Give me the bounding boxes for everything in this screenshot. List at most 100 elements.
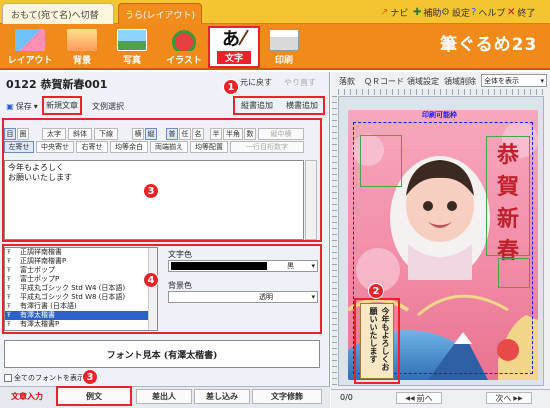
chevron-down-icon: ▾ <box>311 293 315 301</box>
text-color-select[interactable]: 黒 ▾ <box>168 260 318 272</box>
font-item[interactable]: Ŧ 正調祥南楷書P <box>5 257 157 266</box>
rakkan-button[interactable]: 落款 <box>334 75 360 87</box>
tool-background[interactable]: 背景 <box>56 26 108 68</box>
help-icon: ? <box>471 7 477 18</box>
navi-icon: ↗ <box>380 7 389 18</box>
new-text-button[interactable]: 新規文章 <box>42 96 82 115</box>
top-ruler <box>338 89 544 95</box>
tool-print[interactable]: 印刷 <box>258 26 310 68</box>
tool-layout-label: レイアウト <box>7 56 53 66</box>
next-page-label: 次へ <box>495 393 512 403</box>
font-type-icon: Ŧ <box>7 267 11 274</box>
font-list-scrollbar[interactable] <box>148 248 157 330</box>
font-type-icon: Ŧ <box>7 285 11 292</box>
example-button[interactable]: 例文 <box>56 386 132 406</box>
chevron-down-icon: ▾ <box>311 262 315 270</box>
font-item[interactable]: Ŧ 平成丸ゴシック Std W8 (日本語) <box>5 293 157 302</box>
tool-photo[interactable]: 写真 <box>106 26 158 68</box>
menu-settings[interactable]: ⚙ 設定 <box>441 6 470 19</box>
qr-code-button[interactable]: ＱＲコード <box>364 75 404 87</box>
sender-button[interactable]: 差出人 <box>136 389 192 404</box>
badge-4: 4 <box>143 272 159 288</box>
checkbox[interactable] <box>4 374 12 382</box>
font-type-icon: Ŧ <box>7 321 11 328</box>
tab-front-side[interactable]: おもて(宛て名)へ切替 <box>2 3 114 24</box>
menu-help-label: ヘルプ <box>478 9 506 19</box>
horizontal-add-button[interactable]: 横書追加 <box>281 99 323 112</box>
insert-button[interactable]: 差し込み <box>194 389 250 404</box>
font-type-icon: Ŧ <box>7 312 11 319</box>
text-color-label: 文字色 <box>168 250 192 259</box>
save-label: 保存 <box>15 101 32 111</box>
badge-3-example: 3 <box>82 369 98 385</box>
font-item[interactable]: Ŧ 平成丸ゴシック Std W4 (日本語) <box>5 284 157 293</box>
chevron-down-icon: ▾ <box>540 76 544 85</box>
font-name: 正調祥南楷書 <box>20 248 62 256</box>
chevron-down-icon: ▾ <box>33 101 38 111</box>
font-item[interactable]: Ŧ 有澤行書 (日本語) <box>5 302 157 311</box>
document-title: 0122 恭賀新春001 <box>6 78 108 91</box>
font-type-icon: Ŧ <box>7 303 11 310</box>
font-name: 有澤太楷書P <box>20 320 60 328</box>
text-input-area[interactable]: 今年もよろしく お願いいたします <box>4 160 304 240</box>
left-ruler <box>332 96 337 386</box>
text-content: 今年もよろしく お願いいたします <box>8 163 72 182</box>
prev-page-label: 前へ <box>416 393 433 403</box>
menu-help[interactable]: ? ヘルプ <box>471 6 505 19</box>
greeting-text-region[interactable]: 恭 賀 新 春 <box>486 136 530 264</box>
text-select-button[interactable]: 文例選択 <box>86 100 130 112</box>
app-brand: 筆ぐるめ23 <box>440 35 538 55</box>
exit-icon: ✕ <box>507 7 516 18</box>
greeting-char: 賀 <box>496 174 519 200</box>
font-item[interactable]: Ŧ 有澤太楷書P <box>5 320 157 329</box>
font-item[interactable]: Ŧ 富士ポップP <box>5 275 157 284</box>
menu-settings-label: 設定 <box>451 9 470 19</box>
brush-icon: あ <box>222 29 249 49</box>
font-name: 有澤行書 (日本語) <box>20 302 77 310</box>
menu-exit[interactable]: ✕ 終了 <box>507 6 535 19</box>
menu-navi[interactable]: ↗ ナビ <box>380 6 408 19</box>
prev-page-button[interactable]: ◀◀ 前へ <box>396 392 442 404</box>
decoration-button[interactable]: 文字修飾 <box>252 389 322 404</box>
vertical-add-button[interactable]: 縦書追加 <box>236 99 278 112</box>
view-select[interactable]: 全体を表示 ▾ <box>481 74 547 87</box>
menu-assist[interactable]: ✚ 補助 <box>413 6 441 19</box>
message-text-box[interactable]: 今年もよろしくお願いいたします <box>360 303 394 379</box>
font-item[interactable]: Ŧ 富士ポップ <box>5 266 157 275</box>
font-name: 有澤太楷書 <box>20 311 55 319</box>
font-list[interactable]: Ŧ 正調祥南楷書 Ŧ 正調祥南楷書P Ŧ 富士ポップ Ŧ 富士ポップP Ŧ 平成丸ゴシック… <box>4 247 158 331</box>
decoration-region-top[interactable] <box>360 135 402 187</box>
font-item-selected[interactable]: Ŧ 有澤太楷書 <box>5 311 157 320</box>
badge-2: 2 <box>368 283 384 299</box>
view-select-value: 全体を表示 <box>484 76 519 85</box>
font-name: 富士ポップP <box>20 275 60 283</box>
save-button[interactable]: ▣ 保存 ▾ <box>4 100 40 112</box>
greeting-char: 新 <box>496 206 519 232</box>
tab-back-side[interactable]: うら(レイアウト) <box>118 3 202 24</box>
redo-button[interactable]: やり直す <box>280 76 320 88</box>
undo-button[interactable]: 元に戻す <box>236 76 276 88</box>
badge-1: 1 <box>223 79 239 95</box>
prev-arrow-icon: ◀◀ <box>405 394 415 402</box>
region-delete-button[interactable]: 領域削除 <box>443 75 477 87</box>
save-icon: ▣ <box>6 101 14 111</box>
decoration-region-right[interactable] <box>498 258 530 288</box>
tool-background-label: 背景 <box>72 56 91 66</box>
font-name: 正調祥南楷書P <box>20 257 67 265</box>
printable-area-label: 印刷可能枠 <box>422 111 457 119</box>
text-color-value: 黒 <box>287 262 294 270</box>
settings-icon: ⚙ <box>441 7 450 18</box>
tool-layout[interactable]: レイアウト <box>4 26 56 68</box>
tool-print-label: 印刷 <box>274 56 293 66</box>
bg-color-select[interactable]: 透明 ▾ <box>168 291 318 303</box>
text-input-tab[interactable]: 文章入力 <box>2 389 52 404</box>
print-icon <box>269 29 299 51</box>
text-scrollbar[interactable] <box>305 160 317 240</box>
tool-illust[interactable]: イラスト <box>158 26 210 68</box>
tool-text[interactable]: あ 文字 <box>208 26 260 68</box>
next-page-button[interactable]: 次へ ▶▶ <box>486 392 532 404</box>
region-setting-button[interactable]: 領域設定 <box>406 75 440 87</box>
menu-assist-label: 補助 <box>423 9 442 19</box>
font-item[interactable]: Ŧ 正調祥南楷書 <box>5 248 157 257</box>
greeting-char: 恭 <box>496 142 519 168</box>
